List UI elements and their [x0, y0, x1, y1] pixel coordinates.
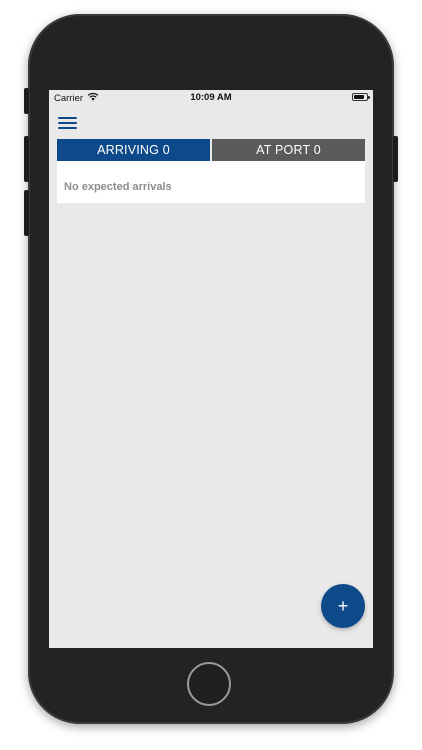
hamburger-menu-icon[interactable]	[58, 114, 78, 130]
status-bar: Carrier 10:09 AM	[49, 90, 373, 106]
mute-switch	[24, 88, 29, 114]
volume-down-button	[24, 190, 29, 236]
plus-icon: +	[337, 596, 349, 616]
power-button	[393, 136, 398, 182]
battery-level	[354, 95, 364, 99]
menu-line	[58, 127, 77, 129]
menu-line	[58, 122, 77, 124]
status-time: 10:09 AM	[190, 92, 232, 103]
tab-bar: ARRIVING 0 AT PORT 0	[57, 139, 365, 161]
arrivals-list: No expected arrivals	[57, 161, 365, 203]
add-button[interactable]: +	[321, 584, 365, 628]
home-button	[187, 662, 231, 706]
empty-state-message: No expected arrivals	[64, 181, 172, 193]
battery-icon	[352, 93, 370, 101]
volume-up-button	[24, 136, 29, 182]
tab-at-port[interactable]: AT PORT 0	[212, 139, 365, 161]
tab-arriving[interactable]: ARRIVING 0	[57, 139, 210, 161]
menu-line	[58, 117, 77, 119]
app-screen: Carrier 10:09 AM ARRIVING 0 AT PORT 0 No…	[49, 90, 373, 648]
